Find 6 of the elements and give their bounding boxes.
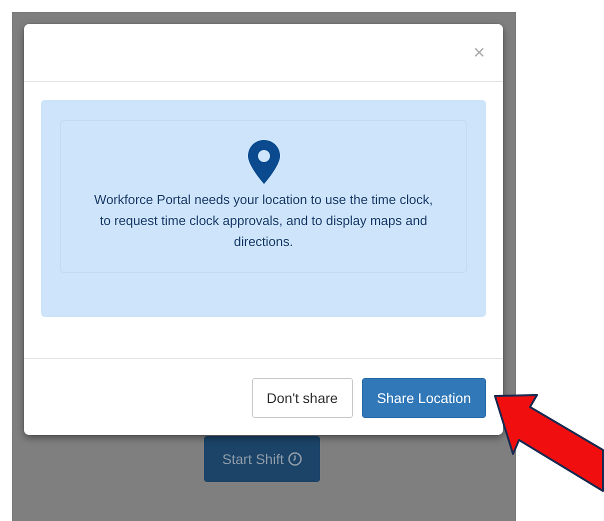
share-location-button[interactable]: Share Location: [362, 378, 486, 418]
dont-share-button[interactable]: Don't share: [252, 378, 353, 418]
location-message: Workforce Portal needs your location to use the time clock, to request time clock approvals, and to display maps and directions.: [93, 191, 434, 251]
clock-icon: [288, 452, 302, 466]
location-pin-icon: [246, 139, 280, 185]
start-shift-button[interactable]: Start Shift: [204, 436, 320, 482]
